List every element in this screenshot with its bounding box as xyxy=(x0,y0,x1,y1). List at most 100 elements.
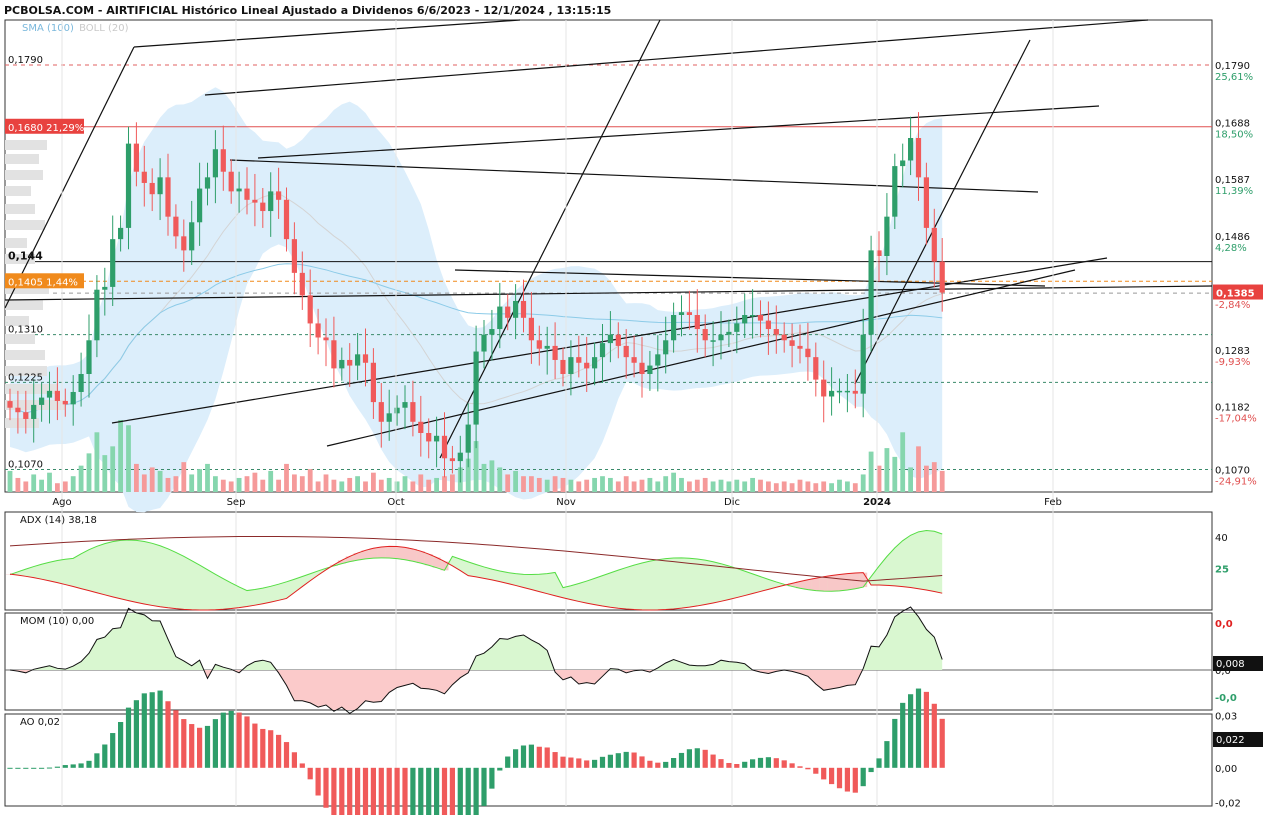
ao-bar xyxy=(781,760,787,768)
left-label-2: 0,144 xyxy=(8,250,43,263)
ao-bar xyxy=(789,763,795,768)
ao-bar xyxy=(189,724,195,768)
candle-body xyxy=(599,343,606,358)
volume-bar xyxy=(931,462,937,492)
candle-body xyxy=(655,354,661,366)
volume-bar xyxy=(773,483,779,492)
volume-bar xyxy=(292,474,297,492)
candle-body xyxy=(623,345,629,358)
right-tick-value-6: 0,1182 xyxy=(1215,403,1250,414)
candle-body xyxy=(797,345,803,349)
volume-bar xyxy=(852,483,858,492)
ao-bar xyxy=(291,752,297,768)
left-label-5: 0,1225 xyxy=(8,372,43,383)
volume-bar xyxy=(884,448,890,492)
candle-body xyxy=(726,331,732,335)
candle-body xyxy=(434,435,440,442)
volume-bar xyxy=(434,477,439,492)
right-tick-value-5: 0,1283 xyxy=(1215,346,1250,357)
ao-bar xyxy=(441,767,448,815)
volume-bar xyxy=(900,432,906,492)
candle-body xyxy=(410,402,416,422)
ao-bar xyxy=(212,719,218,768)
volume-bar xyxy=(734,479,740,492)
right-tick-pct-2: 11,39% xyxy=(1215,186,1253,197)
candle-body xyxy=(418,421,424,433)
volume-bar xyxy=(679,477,684,492)
volume-bar xyxy=(450,474,455,492)
volume-bar xyxy=(860,474,866,492)
candle-body xyxy=(394,407,400,414)
volume-bar xyxy=(845,481,850,492)
candle-body xyxy=(402,402,408,408)
volume-bar xyxy=(521,476,526,492)
volume-bar xyxy=(489,460,495,492)
candle-body xyxy=(852,390,858,394)
volume-bar xyxy=(481,463,487,492)
volume-bar xyxy=(15,477,21,492)
right-tick-value-7: 0,1070 xyxy=(1215,466,1250,477)
volume-bar xyxy=(410,481,416,492)
candle-body xyxy=(789,340,795,346)
candle-body xyxy=(663,340,669,355)
candle-body xyxy=(355,354,361,366)
ao-bar xyxy=(892,718,898,768)
ao-bar xyxy=(46,767,53,769)
ao-bar xyxy=(15,767,21,769)
right-tick-pct-5: -9,93% xyxy=(1215,357,1250,368)
volume-bar xyxy=(529,476,534,492)
candle-body xyxy=(118,227,124,240)
ao-bar xyxy=(394,767,400,815)
ao-bar xyxy=(252,723,258,768)
ao-value-tag: 0,022 xyxy=(1216,735,1245,746)
ao-bar xyxy=(915,688,922,768)
candle-body xyxy=(473,351,479,425)
ao-bar xyxy=(726,762,732,768)
candle-body xyxy=(694,315,700,330)
volume-bar xyxy=(821,481,827,492)
candle-body xyxy=(844,390,850,393)
volume-bar xyxy=(276,479,281,492)
candle-body xyxy=(750,315,756,317)
ao-bar xyxy=(362,767,369,815)
volume-bar xyxy=(426,479,432,492)
candle-body xyxy=(386,413,392,422)
ao-bar xyxy=(70,764,76,768)
volume-bar xyxy=(939,470,945,492)
ao-bar xyxy=(473,767,479,815)
ao-bar xyxy=(584,760,590,768)
ao-bar xyxy=(576,758,582,768)
volume-bar xyxy=(268,470,274,492)
candle-body xyxy=(268,191,274,212)
ao-bar xyxy=(268,730,274,768)
candle-body xyxy=(892,166,898,217)
trend-line-8 xyxy=(854,39,1031,385)
ao-bar xyxy=(315,767,321,796)
ao-bar xyxy=(165,701,171,768)
ao-bar xyxy=(813,767,819,774)
volume-bar xyxy=(386,477,392,492)
ao-bar xyxy=(931,703,937,768)
volume-bar xyxy=(260,479,266,492)
ao-bar xyxy=(133,700,139,768)
candle-body xyxy=(157,177,163,195)
trend-line-5 xyxy=(204,19,1149,96)
ao-bar xyxy=(805,767,811,770)
candle-body xyxy=(607,334,613,344)
volume-bar xyxy=(189,474,195,492)
candle-body xyxy=(339,359,345,369)
volume-bar xyxy=(371,472,376,492)
ao-bar xyxy=(228,710,234,768)
candle-body xyxy=(204,177,211,189)
candle-body xyxy=(70,391,76,405)
volume-bar xyxy=(655,481,661,492)
ao-bar xyxy=(505,756,511,768)
candle-body xyxy=(908,138,914,161)
volume-bar xyxy=(118,420,123,492)
ao-bar xyxy=(347,767,353,815)
trend-line-4 xyxy=(257,105,1100,159)
volume-bar xyxy=(347,477,353,492)
ao-bar xyxy=(821,767,827,780)
x-tick-label-2: Oct xyxy=(387,497,404,508)
candle-body xyxy=(560,359,566,374)
